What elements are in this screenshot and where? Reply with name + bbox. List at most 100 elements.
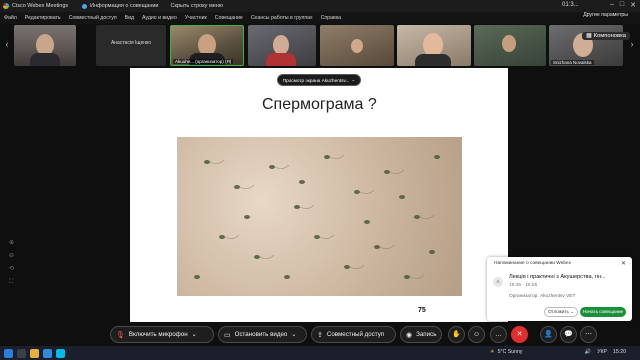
layout-label: Компоновка [593,33,626,39]
volume-icon[interactable]: 🔊 [585,349,591,355]
share-label: Совместный доступ [326,331,385,338]
share-button[interactable]: ⇪ Совместный доступ [311,326,396,343]
meeting-reminder-toast: Напоминание о совещании Webex ✕ A Лекція… [487,257,632,321]
meeting-info-label: Информация о совещании [90,3,159,9]
title-bar: Cisco Webex Meetings Информация о совеща… [0,0,640,12]
participant-tile-self[interactable]: Akuuhe... (организатор) (Я) [170,25,244,66]
chevron-down-icon: ⌄ [291,331,297,338]
taskbar-clock[interactable]: 15:20 [613,349,626,355]
layout-icon: ▦ [586,33,592,39]
menu-breakout[interactable]: Сеансы работы в группах [251,15,313,21]
emoji-button[interactable]: ☺ [468,326,485,343]
strip-prev-icon[interactable]: ‹ [3,38,11,50]
participant-name-label: Akuuhe... (организатор) (Я) [173,59,234,64]
app-name: Cisco Webex Meetings [12,3,69,9]
participant-body [30,53,60,66]
menu-participant[interactable]: Участник [185,15,207,21]
participant-tile[interactable] [14,25,76,66]
menu-meeting[interactable]: Совещание [215,15,243,21]
reminder-time: 15:35 - 16:55 [509,283,538,288]
hide-menu-bar-button[interactable]: Скрыть строку меню [171,3,223,9]
participant-tile[interactable] [474,25,546,66]
participant-tile[interactable] [397,25,471,66]
more-options-button[interactable]: … [490,326,507,343]
file-explorer-icon[interactable] [30,348,39,358]
menu-view[interactable]: Вид [125,15,134,21]
start-menu-icon[interactable] [4,348,13,358]
participant-tile-no-video[interactable]: Анастасія Іщенко [96,25,166,66]
start-meeting-button[interactable]: Начать совещание [580,307,626,317]
menu-audio-video[interactable]: Аудио и видео [142,15,177,21]
weather-widget[interactable]: ☀ 5°C Sunny [490,349,523,355]
app-title: Cisco Webex Meetings [3,3,68,9]
hide-menu-label: Скрыть строку меню [170,3,223,9]
menu-file[interactable]: Файл [4,15,17,21]
reminder-title: Лекція і практичні з Акушерства, гін... [509,274,606,280]
more-panels-button[interactable]: ⋯ [580,326,597,343]
sun-icon: ☀ [490,349,495,355]
language-indicator[interactable]: УКР [597,349,607,355]
tool-icon-1[interactable]: ⊕ [9,240,15,246]
info-icon [82,3,88,9]
reactions-button[interactable]: ✋ [448,326,465,343]
unmute-button[interactable]: 🎙 Включить микрофон ⌄ [110,326,214,343]
slide-title: Спермограма ? [262,96,377,113]
meeting-clock: 01:3... [562,2,579,8]
participant-name-center: Анастасія Іщенко [110,40,152,46]
menu-share[interactable]: Совместный доступ [69,15,117,21]
participant-tile[interactable] [248,25,316,66]
search-icon[interactable] [17,348,26,358]
chevron-down-icon: ⌄ [351,77,356,82]
webex-taskbar-icon[interactable] [56,348,65,358]
viewing-label: Просмотр экрана Akuzhentsv... [282,77,350,83]
weather-label: 5°C Sunny [497,349,523,355]
participant-face [502,35,516,52]
participant-tile[interactable] [320,25,394,66]
participant-body [415,54,451,66]
record-button[interactable]: ◉ Запись [400,326,442,343]
other-params-button[interactable]: Другие параметры [583,12,628,18]
side-toolbar: ⊕ ⊖ ⟲ ⛶ [9,240,15,285]
sperm-cells-image [194,154,440,279]
tool-icon-2[interactable]: ⊖ [9,253,15,259]
leave-meeting-button[interactable]: ✕ [511,326,528,343]
window-controls: – □ ✕ [610,1,636,9]
meeting-controls: 🎙 Включить микрофон ⌄ ▭ Остановить видео… [0,324,640,346]
tool-icon-4[interactable]: ⛶ [9,279,15,285]
webex-logo-icon [3,3,9,9]
participant-face [351,39,363,53]
avatar: A [493,277,503,287]
record-icon: ◉ [406,331,413,339]
windows-taskbar: ☀ 5°C Sunny 🔊 УКР 15:20 [0,346,640,360]
share-icon: ⇪ [317,331,323,339]
mic-label: Включить микрофон [128,331,188,338]
layout-button[interactable]: ▦ Компоновка [582,32,630,40]
participants-panel-button[interactable]: 👤 [540,326,557,343]
snooze-label: Отложить [547,309,569,314]
menu-edit[interactable]: Редактировать [25,15,61,21]
maximize-button[interactable]: □ [620,1,624,9]
system-tray: 🔊 УКР 15:20 [585,349,626,355]
reminder-organizer: Организатор: Akuzhentsv VET [509,294,576,299]
snooze-button[interactable]: Отложить ⌄ [544,307,578,317]
participant-face [273,35,289,55]
chevron-down-icon: ⌄ [191,331,197,338]
tool-icon-3[interactable]: ⟲ [9,266,15,272]
menu-help[interactable]: Справка [321,15,341,21]
record-label: Запись [416,331,437,338]
chat-panel-button[interactable]: 💬 [560,326,577,343]
participant-strip: ‹ Анастасія Іщенко Akuuhe... (организато… [0,24,640,68]
close-window-button[interactable]: ✕ [630,1,636,9]
slide-page-number: 75 [418,307,426,314]
participant-body [266,53,296,66]
participant-name-label: Snizhana Novalska [551,60,594,65]
viewing-screen-pill[interactable]: Просмотр экрана Akuzhentsv... ⌄ [277,74,361,86]
browser-icon[interactable] [43,348,52,358]
camera-icon: ▭ [224,331,231,339]
video-label: Остановить видео [234,331,288,338]
minimize-button[interactable]: – [610,1,614,9]
strip-next-icon[interactable]: › [628,38,636,50]
meeting-info-button[interactable]: Информация о совещании [82,3,159,9]
close-icon[interactable]: ✕ [621,260,626,267]
stop-video-button[interactable]: ▭ Остановить видео ⌄ [218,326,307,343]
